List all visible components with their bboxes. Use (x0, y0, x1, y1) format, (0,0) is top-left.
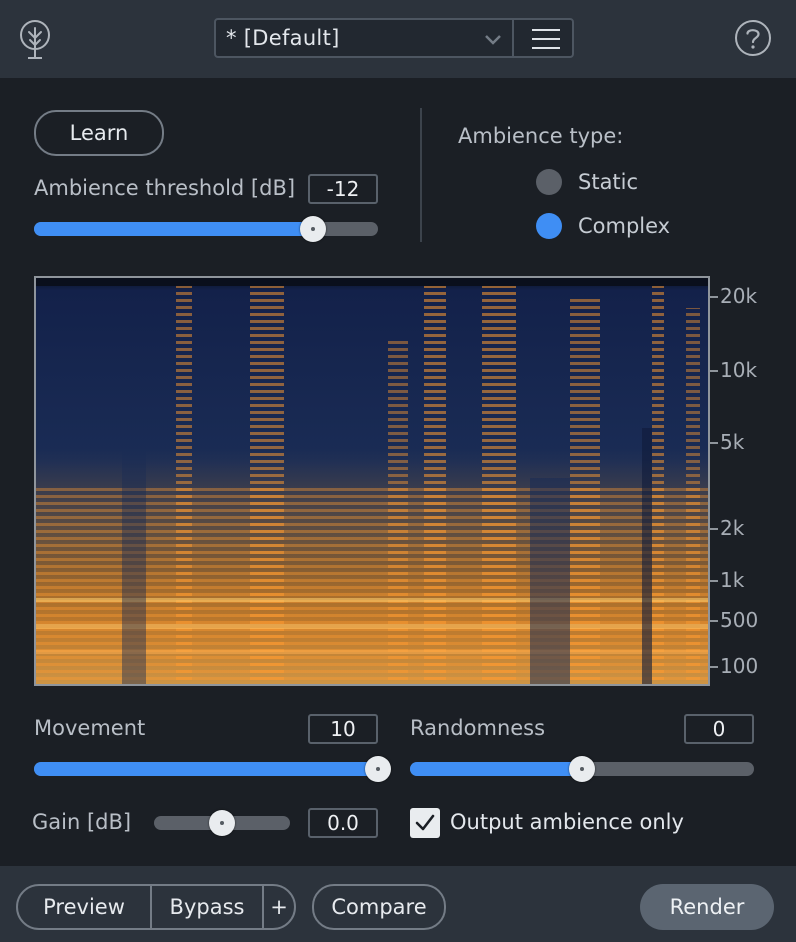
section-divider (420, 108, 422, 242)
gain-slider-thumb[interactable] (209, 810, 235, 836)
randomness-label: Randomness (410, 716, 546, 740)
movement-label: Movement (34, 716, 146, 740)
checkmark-icon (415, 814, 435, 831)
gain-value[interactable]: 0.0 (308, 808, 378, 838)
freq-tick (710, 580, 718, 582)
randomness-slider-thumb[interactable] (569, 756, 595, 782)
ambience-threshold-slider[interactable] (34, 216, 378, 242)
tree-logo-icon (20, 20, 50, 59)
add-bypass-button[interactable]: + (264, 886, 294, 928)
ambience-threshold-label: Ambience threshold [dB] (34, 176, 296, 200)
freq-label-1k: 1k (720, 568, 745, 592)
radio-static-label: Static (578, 170, 639, 194)
ambience-threshold-slider-fill (34, 222, 313, 236)
randomness-slider-fill (410, 762, 582, 776)
ambience-threshold-value[interactable]: -12 (308, 174, 378, 204)
output-ambience-only-label: Output ambience only (450, 810, 684, 834)
radio-complex[interactable] (536, 213, 562, 239)
freq-label-2k: 2k (720, 516, 745, 540)
render-button[interactable]: Render (640, 884, 774, 930)
spectrogram-display[interactable] (34, 276, 710, 686)
movement-slider-fill (34, 762, 378, 776)
spectrogram-image (36, 278, 708, 684)
freq-tick (710, 620, 718, 622)
freq-label-10k: 10k (720, 358, 758, 382)
preview-button-group: Preview Bypass + (16, 884, 296, 930)
preset-divider (512, 20, 514, 56)
top-toolbar: * [Default] (0, 0, 796, 78)
freq-label-100: 100 (720, 654, 759, 678)
freq-tick (710, 666, 718, 668)
radio-static[interactable] (536, 169, 562, 195)
freq-label-20k: 20k (720, 284, 758, 308)
learn-button[interactable]: Learn (34, 110, 164, 156)
preset-name: * [Default] (226, 26, 340, 50)
freq-tick (710, 528, 718, 530)
output-ambience-only-checkbox[interactable] (410, 808, 440, 838)
preset-dropdown[interactable]: * [Default] (214, 18, 574, 58)
ambience-type-label: Ambience type: (458, 124, 624, 148)
movement-slider[interactable] (34, 756, 391, 782)
freq-tick (710, 370, 718, 372)
gain-slider[interactable] (154, 810, 290, 836)
compare-button[interactable]: Compare (312, 884, 446, 930)
movement-value[interactable]: 10 (308, 714, 378, 744)
freq-tick (710, 442, 718, 444)
movement-slider-thumb[interactable] (365, 756, 391, 782)
bypass-button[interactable]: Bypass (152, 886, 262, 928)
help-icon[interactable] (734, 19, 772, 57)
freq-tick (710, 296, 718, 298)
randomness-slider[interactable] (410, 756, 754, 782)
randomness-value[interactable]: 0 (684, 714, 754, 744)
gain-label: Gain [dB] (32, 810, 132, 834)
chevron-down-icon[interactable] (482, 28, 504, 50)
freq-label-5k: 5k (720, 430, 745, 454)
ambience-threshold-slider-thumb[interactable] (300, 216, 326, 242)
hamburger-menu-icon[interactable] (530, 28, 562, 50)
preview-button[interactable]: Preview (18, 886, 150, 928)
freq-label-500: 500 (720, 608, 759, 632)
radio-complex-label: Complex (578, 214, 671, 238)
